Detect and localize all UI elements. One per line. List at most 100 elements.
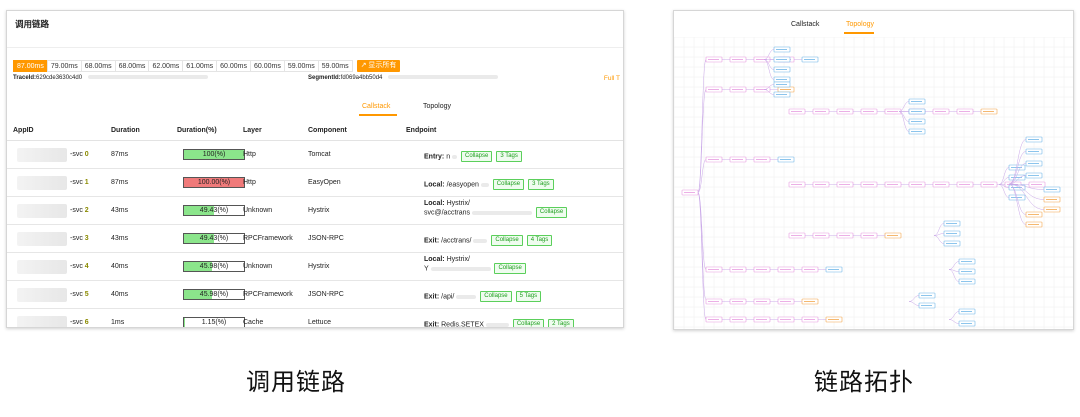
duration-percent-bar: 45.98(%) (183, 289, 245, 300)
endpoint-path-line2: Y (424, 265, 429, 273)
redacted-text (452, 154, 458, 159)
duration-option[interactable]: 60.00ms (250, 60, 285, 72)
duration-percent-text: 49.43(%) (199, 207, 229, 214)
table-row[interactable]: -svc 6 1ms 1.15(%) Cache Lettuce Exit: R… (7, 309, 623, 328)
span-index: 0 (84, 151, 89, 158)
active-tab-indicator (844, 32, 874, 34)
endpoint-cell: Local: Hystrix/ svc@/acctrans Collapse (424, 200, 568, 218)
component-cell: Tomcat (308, 151, 331, 158)
endpoint-kind: Entry: (424, 153, 445, 161)
tab-topology[interactable]: Topology (423, 103, 451, 110)
redacted-appid (17, 232, 67, 246)
redacted-appid (17, 176, 67, 190)
collapse-button[interactable]: Collapse (494, 263, 526, 274)
tab-callstack[interactable]: Callstack (362, 103, 390, 110)
active-tab-indicator (359, 114, 397, 116)
duration-option[interactable]: 60.00ms (216, 60, 252, 72)
duration-percent-text: 49.43(%) (199, 235, 229, 242)
topology-edge (697, 192, 707, 300)
trace-callstack-panel: 调用链路 87.00ms 79.00ms 68.00ms 68.00ms 62.… (6, 10, 624, 328)
collapse-button[interactable]: Collapse (535, 207, 568, 218)
trace-id: TraceId:629cde3630c4d0 (13, 75, 208, 81)
span-index: 3 (84, 235, 89, 242)
duration-cell: 87ms (111, 151, 129, 158)
app-id: -svc 6 (70, 319, 89, 326)
topology-edge (933, 235, 945, 244)
collapse-button[interactable]: Collapse (491, 235, 523, 246)
table-row[interactable]: -svc 2 43ms 49.43(%) Unknown Hystrix Loc… (7, 197, 623, 225)
tags-button[interactable]: 3 Tags (496, 151, 522, 162)
duration-percent-text: 45.98(%) (199, 263, 229, 270)
topology-graph[interactable] (674, 37, 1073, 329)
caption-topology: 链路拓扑 (814, 368, 914, 396)
span-index: 6 (84, 319, 89, 326)
redacted-appid (17, 260, 67, 274)
endpoint-kind: Exit: (424, 293, 440, 301)
redacted-appid (17, 316, 67, 327)
duration-option[interactable]: 59.00ms (283, 60, 319, 72)
app-id: -svc 0 (70, 151, 89, 158)
duration-percent-bar: 1.15(%) (183, 317, 245, 327)
endpoint-cell: Exit: Redis.SETEX Collapse 2 Tags (424, 319, 574, 328)
component-cell: Lettuce (308, 319, 331, 326)
tab-topology[interactable]: Topology (846, 21, 874, 28)
topology-edge (763, 59, 775, 80)
endpoint-path: Hystrix/ (446, 200, 470, 207)
app-id: -svc 5 (70, 291, 89, 298)
endpoint-path: /acctrans/ (441, 237, 472, 245)
duration-option[interactable]: 68.00ms (114, 60, 150, 72)
duration-percent-text: 45.98(%) (199, 291, 229, 298)
redacted-text (473, 238, 488, 243)
collapse-button[interactable]: Collapse (492, 179, 525, 190)
duration-option[interactable]: 59.00ms (317, 60, 353, 72)
duration-option[interactable]: 79.00ms (46, 60, 82, 72)
collapse-button[interactable]: Collapse (512, 319, 545, 327)
endpoint-path: n (446, 153, 451, 161)
duration-cell: 43ms (111, 235, 129, 242)
endpoint-path: Redis.SETEX (441, 321, 484, 328)
duration-option[interactable]: 61.00ms (182, 60, 218, 72)
column-header-endpoint: Endpoint (406, 127, 437, 134)
endpoint-kind: Exit: (424, 237, 440, 245)
tags-button[interactable]: 4 Tags (526, 235, 553, 246)
full-trace-link[interactable]: Full T (604, 75, 620, 82)
tags-button[interactable]: 2 Tags (548, 319, 574, 327)
duration-cell: 40ms (111, 263, 129, 270)
topology-edge (933, 233, 945, 236)
table-row[interactable]: -svc 3 43ms 49.43(%) RPCFramework JSON-R… (7, 225, 623, 253)
divider (7, 47, 623, 48)
duration-percent-fill (184, 318, 185, 327)
trace-id-label: TraceId: (13, 75, 37, 81)
duration-option[interactable]: 62.00ms (148, 60, 184, 72)
duration-cell: 87ms (111, 179, 129, 186)
topology-edge (697, 59, 707, 193)
redacted-appid (17, 288, 67, 302)
redacted-text (87, 75, 208, 80)
duration-percent-bar: 49.43(%) (183, 205, 245, 216)
span-index: 1 (84, 179, 89, 186)
collapse-button[interactable]: Collapse (461, 151, 493, 162)
app-id: -svc 3 (70, 235, 89, 242)
topology-edge (697, 192, 707, 320)
show-all-button[interactable]: ↗ 显示所有 (356, 60, 401, 72)
duration-option[interactable]: 68.00ms (80, 60, 116, 72)
layer-cell: Cache (243, 319, 264, 326)
duration-cell: 40ms (111, 291, 129, 298)
segment-id-label: SegmentId: (308, 75, 341, 81)
layer-cell: RPCFramework (243, 235, 293, 242)
endpoint-path: /api/ (441, 293, 455, 301)
collapse-button[interactable]: Collapse (480, 291, 512, 302)
table-row[interactable]: -svc 0 87ms 100(%) Http Tomcat Entry: n … (7, 141, 623, 169)
tags-button[interactable]: 5 Tags (515, 291, 542, 302)
table-row[interactable]: -svc 4 40ms 45.98(%) Unknown Hystrix Loc… (7, 253, 623, 281)
span-index: 4 (84, 263, 89, 270)
tags-button[interactable]: 3 Tags (528, 179, 554, 190)
table-row[interactable]: -svc 5 40ms 45.98(%) RPCFramework JSON-R… (7, 281, 623, 309)
column-header-component: Component (308, 127, 347, 134)
table-row[interactable]: -svc 1 87ms 100.00(%) Http EasyOpen Loca… (7, 169, 623, 197)
duration-cell: 43ms (111, 207, 129, 214)
duration-option[interactable]: 87.00ms (13, 60, 48, 72)
column-header-layer: Layer (243, 127, 262, 134)
tab-callstack[interactable]: Callstack (791, 21, 819, 28)
duration-percent-bar: 100.00(%) (183, 177, 245, 188)
